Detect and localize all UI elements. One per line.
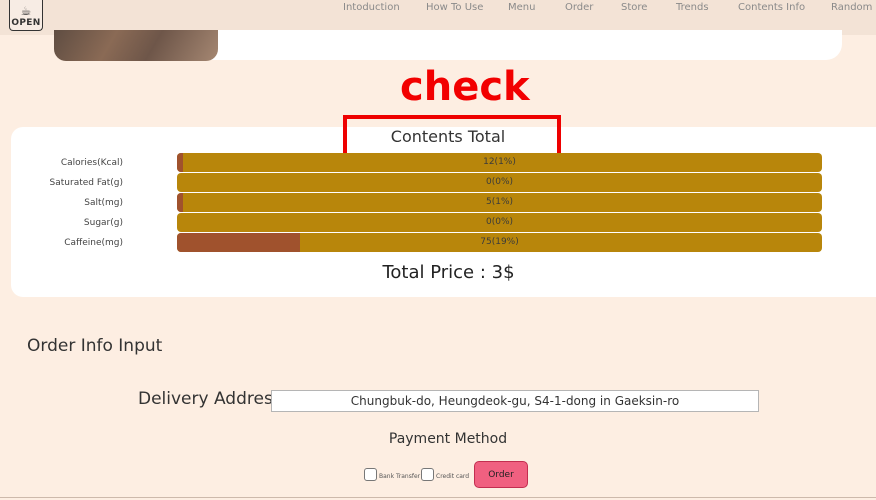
nav-contents-info[interactable]: Contents Info [738, 2, 805, 13]
nutrient-value: 5(1%) [485, 197, 514, 207]
open-logo[interactable]: ☕ OPEN [9, 0, 43, 31]
credit-card-checkbox[interactable] [421, 467, 434, 481]
coffee-cup-icon: ☕ [20, 4, 32, 18]
nav-order[interactable]: Order [565, 2, 593, 13]
nutrient-label-calories: Calories(Kcal) [60, 158, 123, 168]
nav-trends[interactable]: Trends [676, 2, 709, 13]
nutrient-bar-calories: 12(1%) [177, 153, 822, 172]
credit-card-label: Credit card [436, 473, 470, 480]
divider [0, 497, 876, 498]
nav-how-to-use[interactable]: How To Use [426, 2, 483, 13]
nav-menu-link[interactable]: Menu [508, 2, 535, 13]
delivery-address-input[interactable] [271, 390, 759, 412]
nav-random[interactable]: Random [831, 2, 872, 13]
nav-store[interactable]: Store [621, 2, 647, 13]
nutrient-value: 0(0%) [485, 217, 514, 227]
nutrient-bar-caffeine: 75(19%) [177, 233, 822, 252]
order-info-title: Order Info Input [27, 336, 163, 356]
total-price: Total Price : 3$ [382, 262, 515, 283]
drink-photo [54, 30, 218, 61]
nav-introduction[interactable]: Intoduction [343, 2, 400, 13]
nutrient-value: 0(0%) [485, 177, 514, 187]
nutrient-bar-salt: 5(1%) [177, 193, 822, 212]
nutrient-bar-saturated-fat: 0(0%) [177, 173, 822, 192]
nutrient-label-salt: Salt(mg) [84, 198, 123, 208]
nutrient-label-sugar: Sugar(g) [83, 218, 123, 228]
payment-option-credit-card[interactable]: Credit card [421, 466, 469, 482]
payment-option-bank-transfer[interactable]: Bank Transfer [364, 466, 420, 482]
bank-transfer-checkbox[interactable] [364, 467, 377, 481]
delivery-address-label: Delivery Address : [138, 389, 293, 409]
nutrient-label-saturated-fat: Saturated Fat(g) [49, 178, 123, 188]
nutrient-value: 75(19%) [480, 237, 519, 247]
nutrient-value: 12(1%) [483, 157, 516, 167]
check-annotation: check [400, 64, 530, 110]
bank-transfer-label: Bank Transfer [379, 473, 421, 480]
nutrient-bar-sugar: 0(0%) [177, 213, 822, 232]
payment-method-title: Payment Method [388, 431, 508, 447]
logo-text: OPEN [11, 18, 41, 28]
order-button[interactable]: Order [474, 461, 528, 488]
nutrient-label-caffeine: Caffeine(mg) [64, 238, 123, 248]
